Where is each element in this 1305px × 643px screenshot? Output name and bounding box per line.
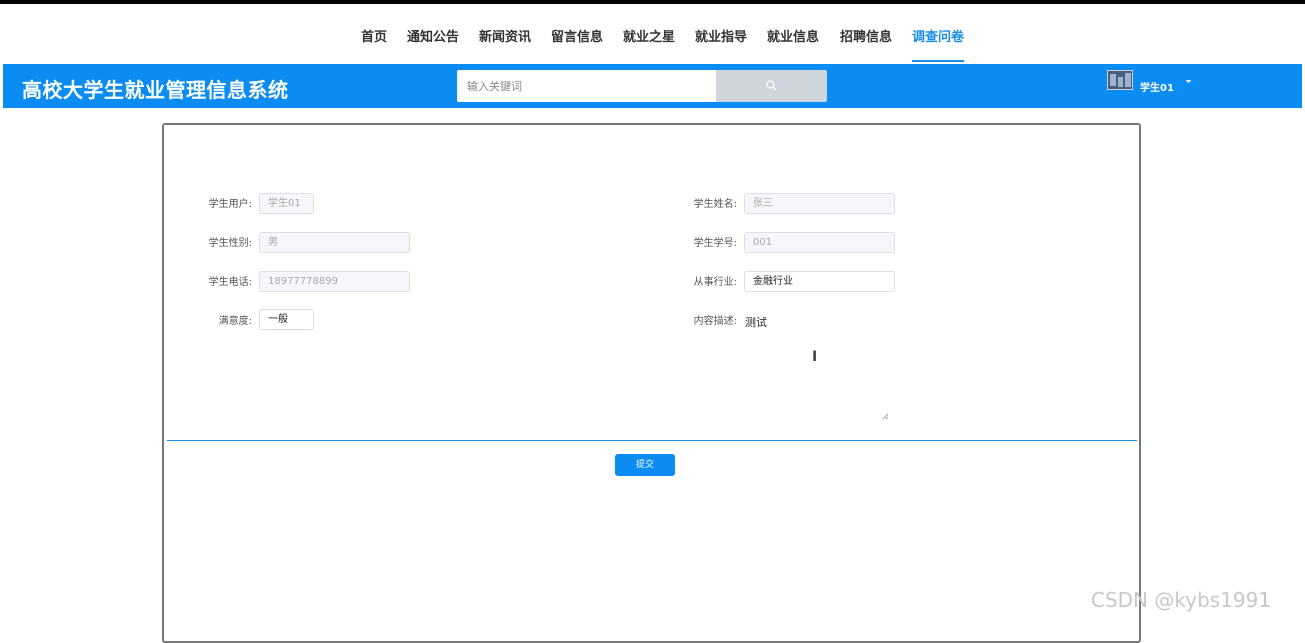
description-label: 内容描述: bbox=[693, 316, 737, 327]
student-id-label: 学生学号: bbox=[693, 238, 737, 249]
search-input[interactable] bbox=[457, 70, 716, 102]
phone-field[interactable]: 18977778899 bbox=[259, 271, 410, 292]
description-textarea[interactable]: 测试 bbox=[745, 314, 889, 420]
nav-item-notices[interactable]: 通知公告 bbox=[407, 26, 459, 45]
search-icon bbox=[766, 80, 777, 91]
industry-input[interactable]: 金融行业 bbox=[744, 271, 895, 292]
description-text: 测试 bbox=[745, 316, 767, 329]
caret-down-icon bbox=[1185, 80, 1192, 83]
student-name-label: 学生姓名: bbox=[693, 199, 737, 210]
student-account-label: 学生用户: bbox=[208, 199, 252, 210]
student-account-field[interactable]: 学生01 bbox=[259, 193, 314, 214]
nav-item-messages[interactable]: 留言信息 bbox=[551, 26, 603, 45]
nav-item-home[interactable]: 首页 bbox=[361, 26, 387, 45]
satisfaction-label: 满意度: bbox=[218, 316, 252, 327]
nav-item-guidance[interactable]: 就业指导 bbox=[695, 26, 747, 45]
avatar bbox=[1107, 70, 1133, 90]
survey-form-card: 学生用户: 学生01 学生性别: 男 学生电话: 18977778899 满意度… bbox=[162, 123, 1141, 643]
student-name-field[interactable]: 张三 bbox=[744, 193, 895, 214]
resize-grip-icon[interactable] bbox=[882, 413, 889, 420]
watermark: CSDN @kybs1991 bbox=[1091, 588, 1272, 612]
active-nav-indicator bbox=[912, 60, 964, 62]
nav-item-employment-info[interactable]: 就业信息 bbox=[767, 26, 819, 45]
nav-item-news[interactable]: 新闻资讯 bbox=[479, 26, 531, 45]
text-cursor-icon: I bbox=[812, 349, 818, 365]
main-nav: 首页 通知公告 新闻资讯 留言信息 就业之星 就业指导 就业信息 招聘信息 调查… bbox=[0, 4, 1305, 64]
gender-field[interactable]: 男 bbox=[259, 232, 410, 253]
search-button[interactable] bbox=[716, 70, 827, 102]
student-id-field[interactable]: 001 bbox=[744, 232, 895, 253]
submit-button[interactable]: 提交 bbox=[615, 454, 675, 476]
site-title: 高校大学生就业管理信息系统 bbox=[22, 78, 289, 102]
header-bar: 高校大学生就业管理信息系统 学生01 bbox=[3, 64, 1302, 108]
gender-label: 学生性别: bbox=[208, 238, 252, 249]
nav-item-survey[interactable]: 调查问卷 bbox=[912, 26, 964, 45]
industry-label: 从事行业: bbox=[693, 277, 737, 288]
phone-label: 学生电话: bbox=[208, 277, 252, 288]
nav-item-recruitment[interactable]: 招聘信息 bbox=[840, 26, 892, 45]
nav-item-star-students[interactable]: 就业之星 bbox=[623, 26, 675, 45]
satisfaction-select[interactable]: 一般 bbox=[259, 309, 314, 330]
user-name: 学生01 bbox=[1140, 83, 1174, 94]
form-divider bbox=[167, 440, 1137, 441]
